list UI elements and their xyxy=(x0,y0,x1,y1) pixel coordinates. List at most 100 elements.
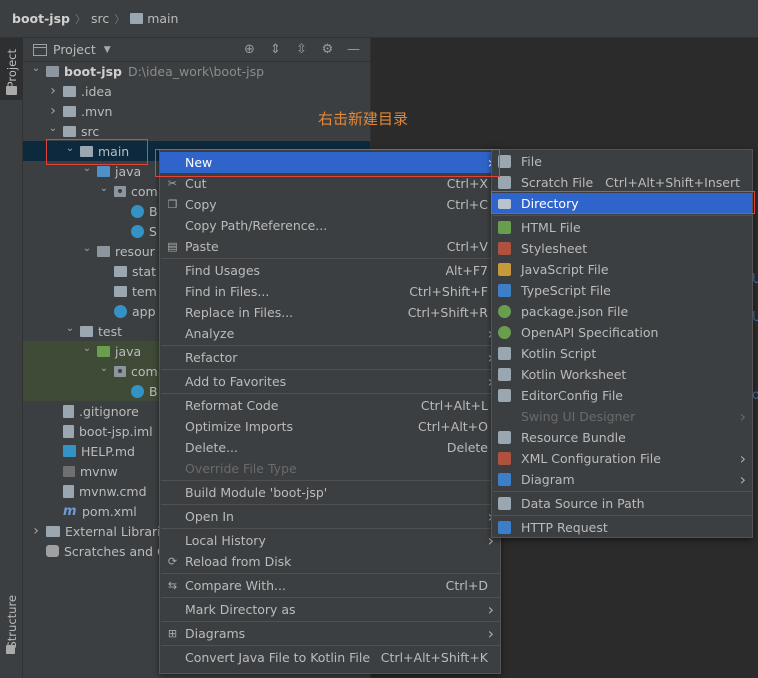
new-item-package-json-file[interactable]: package.json File xyxy=(492,301,752,322)
menu-item-label: Delete... xyxy=(185,440,238,455)
menu-item-reload-from-disk[interactable]: ⟳ Reload from Disk xyxy=(160,551,500,572)
locate-icon[interactable]: ⊕ xyxy=(243,42,256,57)
panel-toolbar: ⊕ ⇕ ⇳ ⚙ — xyxy=(243,42,360,57)
new-item-xml-configuration-file[interactable]: XML Configuration File › xyxy=(492,448,752,469)
menu-item-reformat-code[interactable]: Reformat Code Ctrl+Alt+L xyxy=(160,395,500,416)
menu-item-optimize-imports[interactable]: Optimize Imports Ctrl+Alt+O xyxy=(160,416,500,437)
project-view-selector[interactable]: Project xyxy=(53,42,96,57)
menu-item-open-in[interactable]: Open In› xyxy=(160,506,500,527)
menu-item-label: package.json File xyxy=(521,304,629,319)
chevron-down-icon[interactable]: ⌄ xyxy=(97,183,111,194)
folder-icon xyxy=(63,85,76,97)
menu-item-convert-java-file-to-kotlin-file[interactable]: Convert Java File to Kotlin File Ctrl+Alt… xyxy=(160,647,500,668)
chevron-right-icon: › xyxy=(487,624,494,643)
breadcrumb-src[interactable]: src xyxy=(91,9,109,29)
chevron-down-icon[interactable]: ⌄ xyxy=(29,63,43,74)
new-item-file[interactable]: File xyxy=(492,151,752,172)
menu-item-replace-in-files[interactable]: Replace in Files... Ctrl+Shift+R xyxy=(160,302,500,323)
classic-icon xyxy=(131,224,144,238)
menu-item-analyze[interactable]: Analyze› xyxy=(160,323,500,344)
chevron-down-icon[interactable]: ⌄ xyxy=(63,323,77,334)
new-item-html-file[interactable]: HTML File xyxy=(492,217,752,238)
menu-item-label: Diagrams xyxy=(185,626,246,641)
new-item-editorconfig-file[interactable]: EditorConfig File xyxy=(492,385,752,406)
folder-dark-icon xyxy=(97,245,110,257)
left-tool-strip: Project Structure xyxy=(0,38,23,678)
tree-item-label: main xyxy=(98,143,130,159)
diagram-icon xyxy=(498,473,511,486)
menu-separator xyxy=(161,621,501,622)
collapse-all-icon[interactable]: ⇳ xyxy=(295,42,308,57)
menu-item-shortcut: Ctrl+Alt+Shift+K xyxy=(380,650,488,665)
chevron-right-icon: 〉 xyxy=(114,12,126,26)
tree-item[interactable]: ⌄ boot-jsp D:\idea_work\boot-jsp xyxy=(23,61,370,81)
breadcrumb-root[interactable]: boot-jsp xyxy=(12,9,70,29)
menu-item-label: OpenAPI Specification xyxy=(521,325,659,340)
chevron-down-icon[interactable]: ⌄ xyxy=(80,243,94,254)
menu-item-find-usages[interactable]: Find Usages Alt+F7 xyxy=(160,260,500,281)
menu-item-shortcut: Alt+F7 xyxy=(445,263,488,278)
menu-item-refactor[interactable]: Refactor› xyxy=(160,347,500,368)
window-icon xyxy=(33,43,47,56)
chevron-down-icon[interactable]: ⌄ xyxy=(80,343,94,354)
menu-item-diagrams[interactable]: ⊞ Diagrams › xyxy=(160,623,500,644)
breadcrumb-main[interactable]: main xyxy=(130,9,178,29)
menu-item-label: Find in Files... xyxy=(185,284,270,299)
chevron-down-icon[interactable]: ▼ xyxy=(104,45,111,55)
classic-icon xyxy=(131,204,144,218)
tree-item-label: src xyxy=(81,123,100,139)
new-item-typescript-file[interactable]: TypeScript File xyxy=(492,280,752,301)
new-item-diagram[interactable]: Diagram › xyxy=(492,469,752,490)
menu-item-mark-directory-as[interactable]: Mark Directory as › xyxy=(160,599,500,620)
menu-item-copy[interactable]: ❐ Copy Ctrl+C xyxy=(160,194,500,215)
minimize-icon[interactable]: — xyxy=(347,42,360,57)
tree-item-label: B xyxy=(149,203,158,219)
menu-item-shortcut: Delete xyxy=(446,440,488,455)
menu-item-shortcut: Ctrl+Shift+F xyxy=(409,284,488,299)
new-item-http-request[interactable]: HTTP Request xyxy=(492,517,752,538)
menu-item-build-module-boot-jsp[interactable]: Build Module 'boot-jsp' xyxy=(160,482,500,503)
new-item-stylesheet[interactable]: Stylesheet xyxy=(492,238,752,259)
resource-bundle-icon xyxy=(498,431,511,444)
new-item-openapi-specification[interactable]: OpenAPI Specification xyxy=(492,322,752,343)
new-item-kotlin-script[interactable]: Kotlin Script xyxy=(492,343,752,364)
new-item-resource-bundle[interactable]: Resource Bundle xyxy=(492,427,752,448)
chevron-right-icon[interactable]: › xyxy=(29,523,43,539)
chevron-down-icon[interactable]: ⌄ xyxy=(97,363,111,374)
file-icon xyxy=(498,155,511,168)
gear-icon[interactable]: ⚙ xyxy=(321,42,334,57)
chevron-right-icon[interactable]: › xyxy=(46,103,60,119)
typescript-file-icon xyxy=(498,284,511,297)
menu-item-delete[interactable]: Delete... Delete xyxy=(160,437,500,458)
chevron-down-icon[interactable]: ⌄ xyxy=(80,163,94,174)
menu-item-paste[interactable]: ▤ Paste Ctrl+V xyxy=(160,236,500,257)
new-item-directory[interactable]: Directory xyxy=(492,193,752,214)
xml-config-icon xyxy=(498,452,511,465)
tree-item-label: mvnw.cmd xyxy=(79,483,147,499)
chevron-down-icon[interactable]: ⌄ xyxy=(63,143,77,154)
tree-item[interactable]: › .idea xyxy=(23,81,370,101)
new-submenu: File Scratch File Ctrl+Alt+Shift+Insert Dir… xyxy=(491,149,753,538)
tree-item-label: resour xyxy=(115,243,155,259)
chevron-right-icon: › xyxy=(487,600,494,619)
menu-item-copy-path-reference[interactable]: Copy Path/Reference... xyxy=(160,215,500,236)
chevron-down-icon[interactable]: ⌄ xyxy=(46,123,60,134)
annotation-text: 右击新建目录 xyxy=(318,110,409,128)
menu-item-new[interactable]: New› xyxy=(160,152,500,173)
menu-item-add-to-favorites[interactable]: Add to Favorites› xyxy=(160,371,500,392)
menu-item-cut[interactable]: ✂ Cut Ctrl+X xyxy=(160,173,500,194)
cut-icon: ✂ xyxy=(167,177,178,190)
menu-item-local-history[interactable]: Local History › xyxy=(160,530,500,551)
menu-item-shortcut: Ctrl+Alt+O xyxy=(418,419,488,434)
menu-item-find-in-files[interactable]: Find in Files... Ctrl+Shift+F xyxy=(160,281,500,302)
menu-item-compare-with[interactable]: ⇆ Compare With... Ctrl+D xyxy=(160,575,500,596)
expand-all-icon[interactable]: ⇕ xyxy=(269,42,282,57)
chevron-right-icon[interactable]: › xyxy=(46,83,60,99)
http-request-icon xyxy=(498,521,511,534)
new-item-kotlin-worksheet[interactable]: Kotlin Worksheet xyxy=(492,364,752,385)
file-term-icon xyxy=(63,465,75,477)
new-item-javascript-file[interactable]: JavaScript File xyxy=(492,259,752,280)
project-tool-icon xyxy=(6,86,17,95)
new-item-data-source-in-path[interactable]: Data Source in Path xyxy=(492,493,752,514)
new-item-scratch-file[interactable]: Scratch File Ctrl+Alt+Shift+Insert xyxy=(492,172,752,193)
